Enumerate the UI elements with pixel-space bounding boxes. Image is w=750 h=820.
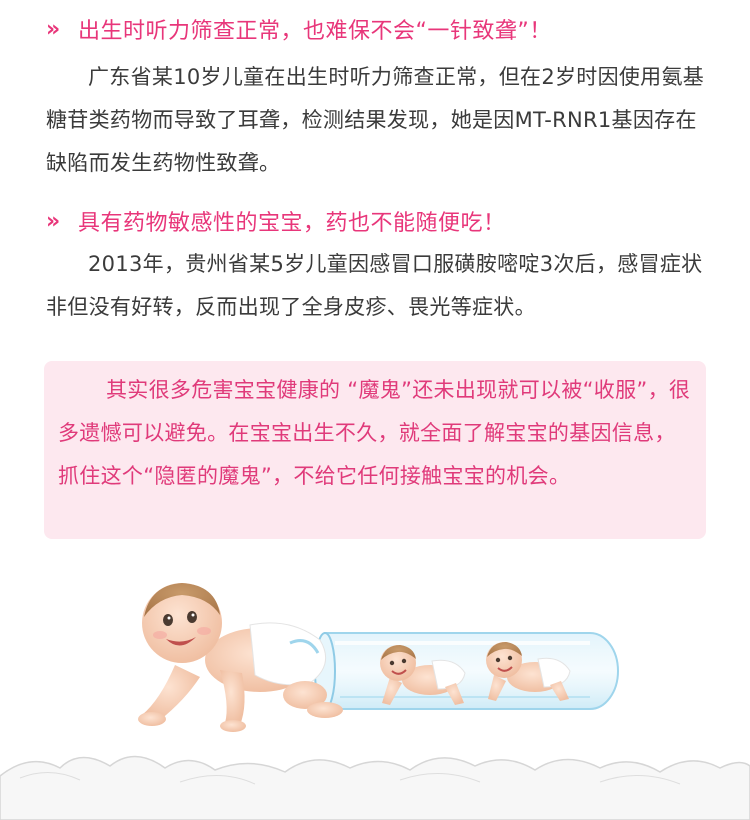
- cloud-decoration: [0, 755, 750, 820]
- section-heading: » 出生时听力筛查正常，也难保不会“一针致聋”！: [46, 12, 706, 46]
- callout-text: 其实很多危害宝宝健康的 “魔鬼”还未出现就可以被“收服”，很多遗憾可以避免。在宝…: [58, 378, 691, 488]
- double-chevron-right-icon: »: [46, 208, 61, 234]
- baby-test-tube-illustration: [138, 583, 619, 732]
- section-newborn-hearing: » 出生时听力筛查正常，也难保不会“一针致聋”！ 广东省某10岁儿童在出生时听力…: [46, 12, 706, 185]
- section-heading-text: 具有药物敏感性的宝宝，药也不能随便吃！: [78, 211, 506, 236]
- section-body: 广东省某10岁儿童在出生时听力筛查正常，但在2岁时因使用氨基糖苷类药物而导致了耳…: [46, 65, 705, 175]
- double-chevron-right-icon: »: [46, 16, 61, 42]
- section-body: 2013年，贵州省某5岁儿童因感冒口服磺胺嘧啶3次后，感冒症状非但没有好转，反而…: [46, 252, 703, 319]
- baby-large: [138, 583, 343, 732]
- section-heading-text: 出生时听力筛查正常，也难保不会“一针致聋”！: [78, 19, 552, 44]
- section-drug-sensitivity: » 具有药物敏感性的宝宝，药也不能随便吃！ 2013年，贵州省某5岁儿童因感冒口…: [46, 204, 706, 329]
- callout-box: 其实很多危害宝宝健康的 “魔鬼”还未出现就可以被“收服”，很多遗憾可以避免。在宝…: [44, 361, 706, 539]
- test-tube: [314, 632, 619, 710]
- section-heading: » 具有药物敏感性的宝宝，药也不能随便吃！: [46, 204, 706, 238]
